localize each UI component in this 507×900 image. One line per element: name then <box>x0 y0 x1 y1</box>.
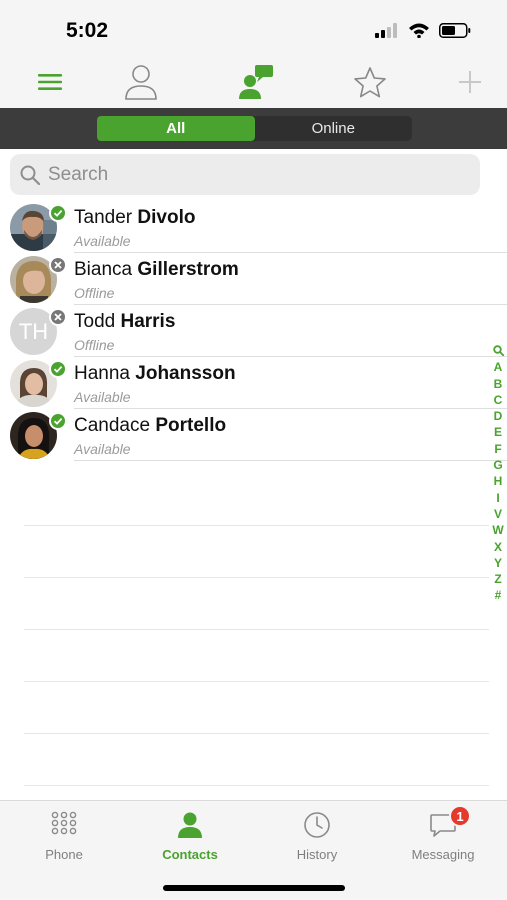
presence-available-icon <box>49 204 67 222</box>
empty-row-divider <box>24 629 489 630</box>
contact-first-name: Todd <box>74 311 116 332</box>
battery-icon <box>439 22 471 38</box>
index-letter[interactable]: H <box>489 473 507 489</box>
contact-last-name: Portello <box>155 415 227 436</box>
hamburger-menu-icon <box>38 74 62 90</box>
status-bar: 5:02 <box>0 0 507 58</box>
empty-row-divider <box>24 733 489 734</box>
index-letter[interactable]: Y <box>489 555 507 571</box>
contact-row[interactable]: TH Todd Harris Offline <box>0 305 507 357</box>
contact-name: Bianca Gillerstrom <box>74 259 239 281</box>
index-letter[interactable]: # <box>489 587 507 603</box>
tab-phone-label: Phone <box>45 847 83 862</box>
index-letter[interactable]: I <box>489 490 507 506</box>
contacts-chat-icon <box>239 65 273 99</box>
index-letter[interactable]: G <box>489 457 507 473</box>
contact-row[interactable]: Candace Portello Available <box>0 409 507 461</box>
contact-first-name: Candace <box>74 415 151 436</box>
clock-icon <box>304 812 330 838</box>
contact-status: Offline <box>74 337 115 353</box>
contact-first-name: Bianca <box>74 259 133 280</box>
star-icon <box>354 66 386 97</box>
contact-last-name: Harris <box>120 311 176 332</box>
favorites-button[interactable] <box>350 60 390 104</box>
row-divider <box>74 460 507 461</box>
contact-first-name: Tander <box>74 207 133 228</box>
tab-contacts[interactable]: Contacts <box>140 809 240 862</box>
tab-phone[interactable]: Phone <box>14 809 114 862</box>
contact-name: Hanna Johansson <box>74 363 236 385</box>
index-letter[interactable]: V <box>489 506 507 522</box>
contact-last-name: Johansson <box>135 363 236 384</box>
contacts-chat-button[interactable] <box>234 60 278 104</box>
index-letter[interactable]: W <box>489 522 507 538</box>
presence-available-icon <box>49 360 67 378</box>
tab-messaging[interactable]: 1 Messaging <box>393 805 493 862</box>
tab-contacts-label: Contacts <box>162 847 218 862</box>
index-letter[interactable]: C <box>489 392 507 408</box>
filter-online-tab[interactable]: Online <box>255 116 413 141</box>
filter-all-tab[interactable]: All <box>97 116 255 141</box>
plus-icon <box>459 71 481 93</box>
status-time: 5:02 <box>66 19 109 42</box>
presence-offline-icon <box>49 256 67 274</box>
tab-history-label: History <box>296 847 338 862</box>
contact-row[interactable]: Tander Divolo Available <box>0 201 507 253</box>
contact-status: Available <box>74 441 131 457</box>
search-icon <box>20 165 40 185</box>
tab-history[interactable]: History <box>267 809 367 862</box>
empty-row-divider <box>24 577 489 578</box>
presence-available-icon <box>49 412 67 430</box>
index-letter[interactable]: E <box>489 424 507 440</box>
filter-segmented-control: All Online <box>97 116 412 141</box>
status-icons <box>375 22 471 38</box>
index-letter[interactable]: B <box>489 376 507 392</box>
index-letter[interactable]: D <box>489 408 507 424</box>
empty-row-divider <box>24 681 489 682</box>
contact-status: Available <box>74 389 131 405</box>
add-contact-button[interactable] <box>450 60 490 104</box>
contact-first-name: Hanna <box>74 363 130 384</box>
index-letter[interactable]: F <box>489 441 507 457</box>
menu-button[interactable] <box>30 60 70 104</box>
tab-messaging-label: Messaging <box>411 847 475 862</box>
cellular-signal-icon <box>375 22 397 38</box>
profile-button[interactable] <box>119 60 163 104</box>
alphabet-index[interactable]: A B C D E F G H I V W X Y Z # <box>489 343 507 604</box>
presence-offline-icon <box>49 308 67 326</box>
contact-row[interactable]: Bianca Gillerstrom Offline <box>0 253 507 305</box>
top-toolbar <box>0 58 507 108</box>
contact-name: Candace Portello <box>74 415 226 437</box>
contact-status: Available <box>74 233 131 249</box>
contact-name: Todd Harris <box>74 311 175 333</box>
wifi-icon <box>409 23 429 38</box>
index-letter[interactable]: Z <box>489 571 507 587</box>
contact-last-name: Gillerstrom <box>137 259 239 280</box>
contact-name: Tander Divolo <box>74 207 195 229</box>
contact-status: Offline <box>74 285 115 301</box>
search-input[interactable] <box>48 163 448 186</box>
index-letter[interactable]: A <box>489 359 507 375</box>
empty-row-divider <box>24 525 489 526</box>
unread-badge: 1 <box>449 805 471 827</box>
contacts-person-icon <box>178 812 202 838</box>
index-search-icon[interactable] <box>489 343 507 359</box>
dialpad-icon <box>51 811 77 835</box>
contact-last-name: Divolo <box>137 207 196 228</box>
index-letter[interactable]: X <box>489 539 507 555</box>
search-bar[interactable] <box>10 154 480 195</box>
bottom-tab-bar: Phone Contacts History 1 Messaging <box>0 800 507 900</box>
home-indicator[interactable] <box>163 885 345 891</box>
contact-row[interactable]: Hanna Johansson Available <box>0 357 507 409</box>
empty-row-divider <box>24 785 489 786</box>
filter-bar: All Online <box>0 108 507 149</box>
person-outline-icon <box>125 65 157 100</box>
